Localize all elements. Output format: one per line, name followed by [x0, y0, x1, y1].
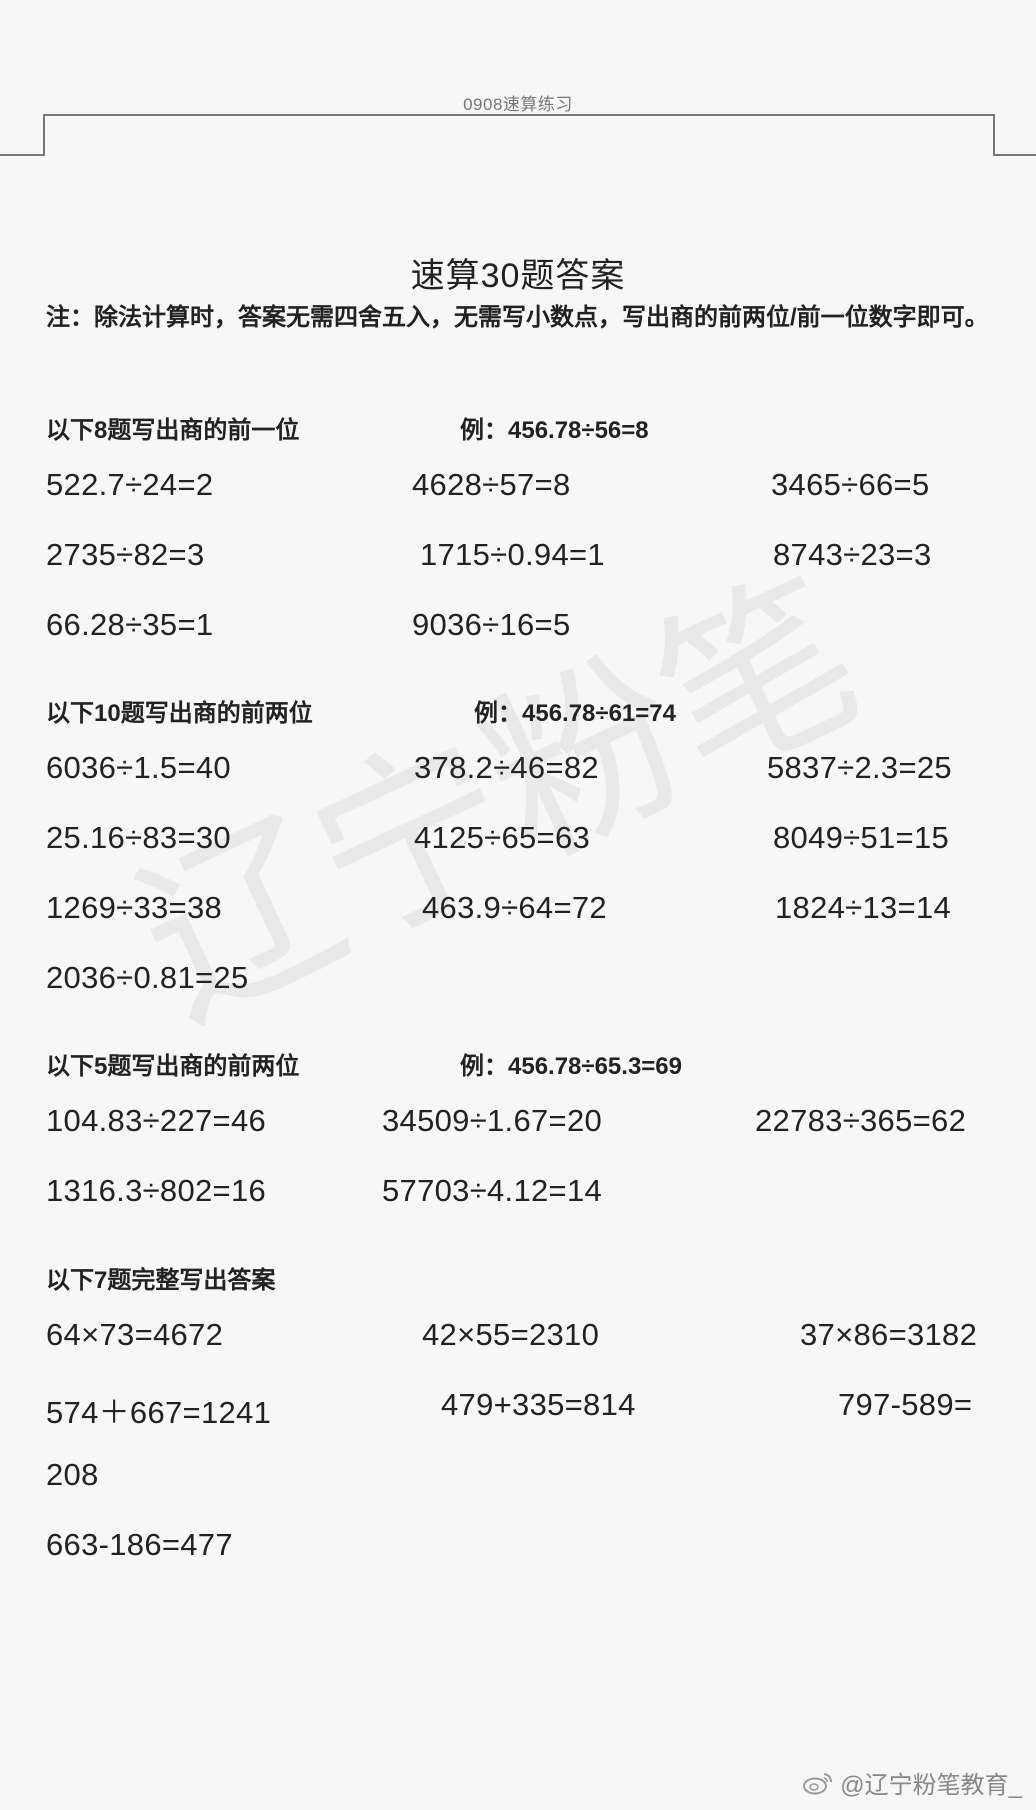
answer-item: 37×86=3182	[800, 1317, 978, 1352]
section-heading: 以下5题写出商的前两位	[46, 1053, 300, 1080]
answer-item: 5837÷2.3=25	[767, 750, 952, 785]
section-example: 例：456.78÷61=74	[474, 700, 676, 727]
answer-item: 2735÷82=3	[46, 537, 205, 572]
answer-item: 25.16÷83=30	[46, 820, 231, 855]
header-frame-left-tail	[0, 154, 45, 156]
answer-item: 4125÷65=63	[414, 820, 591, 855]
answer-item: 479+335=814	[441, 1387, 636, 1422]
answer-item: 1715÷0.94=1	[420, 537, 605, 572]
header-frame-right-tail	[993, 154, 1036, 156]
answer-item: 8743÷23=3	[773, 537, 932, 572]
section-heading: 以下7题完整写出答案	[46, 1267, 276, 1294]
answer-item: 1316.3÷802=16	[46, 1173, 267, 1208]
weibo-icon	[802, 1771, 834, 1795]
answer-item: 378.2÷46=82	[414, 750, 599, 785]
answer-item: 9036÷16=5	[412, 607, 571, 642]
answer-item: 1269÷33=38	[46, 890, 223, 925]
section-example: 例：456.78÷56=8	[460, 417, 649, 444]
answer-item: 104.83÷227=46	[46, 1103, 267, 1138]
page-title: 速算30题答案	[410, 257, 626, 295]
answer-item: 22783÷365=62	[755, 1103, 967, 1138]
section-heading: 以下8题写出商的前一位	[46, 417, 300, 444]
answer-item: 6036÷1.5=40	[46, 750, 231, 785]
answer-item: 574＋667=1241	[46, 1395, 272, 1430]
header-label: 0908速算练习	[463, 95, 573, 114]
answer-item: 4628÷57=8	[412, 467, 571, 502]
answer-item: 64×73=4672	[46, 1317, 224, 1352]
header-frame-right-corner	[993, 114, 995, 155]
answer-item: 208	[46, 1457, 99, 1492]
section-heading: 以下10题写出商的前两位	[46, 700, 313, 727]
answer-item: 663-186=477	[46, 1527, 233, 1562]
answer-item: 8049÷51=15	[773, 820, 950, 855]
answer-item: 34509÷1.67=20	[382, 1103, 603, 1138]
section-example: 例：456.78÷65.3=69	[460, 1053, 682, 1080]
answer-item: 2036÷0.81=25	[46, 960, 249, 995]
answer-item: 66.28÷35=1	[46, 607, 214, 642]
answer-item: 3465÷66=5	[771, 467, 930, 502]
document-page: 辽宁粉笔 0908速算练习 速算30题答案 注：除法计算时，答案无需四舍五入，无…	[0, 0, 1036, 1810]
weibo-handle: @辽宁粉笔教育_	[840, 1772, 1022, 1799]
answer-item: 1824÷13=14	[775, 890, 952, 925]
answer-item: 797-589=	[838, 1387, 973, 1422]
header-frame-line	[44, 114, 994, 116]
header-frame-left-corner	[43, 114, 45, 155]
answer-item: 57703÷4.12=14	[382, 1173, 603, 1208]
answer-item: 522.7÷24=2	[46, 467, 214, 502]
answer-item: 42×55=2310	[422, 1317, 600, 1352]
weibo-watermark: @辽宁粉笔教育_	[802, 1765, 1022, 1800]
instruction-note: 注：除法计算时，答案无需四舍五入，无需写小数点，写出商的前两位/前一位数字即可。	[46, 304, 989, 331]
answer-item: 463.9÷64=72	[422, 890, 607, 925]
